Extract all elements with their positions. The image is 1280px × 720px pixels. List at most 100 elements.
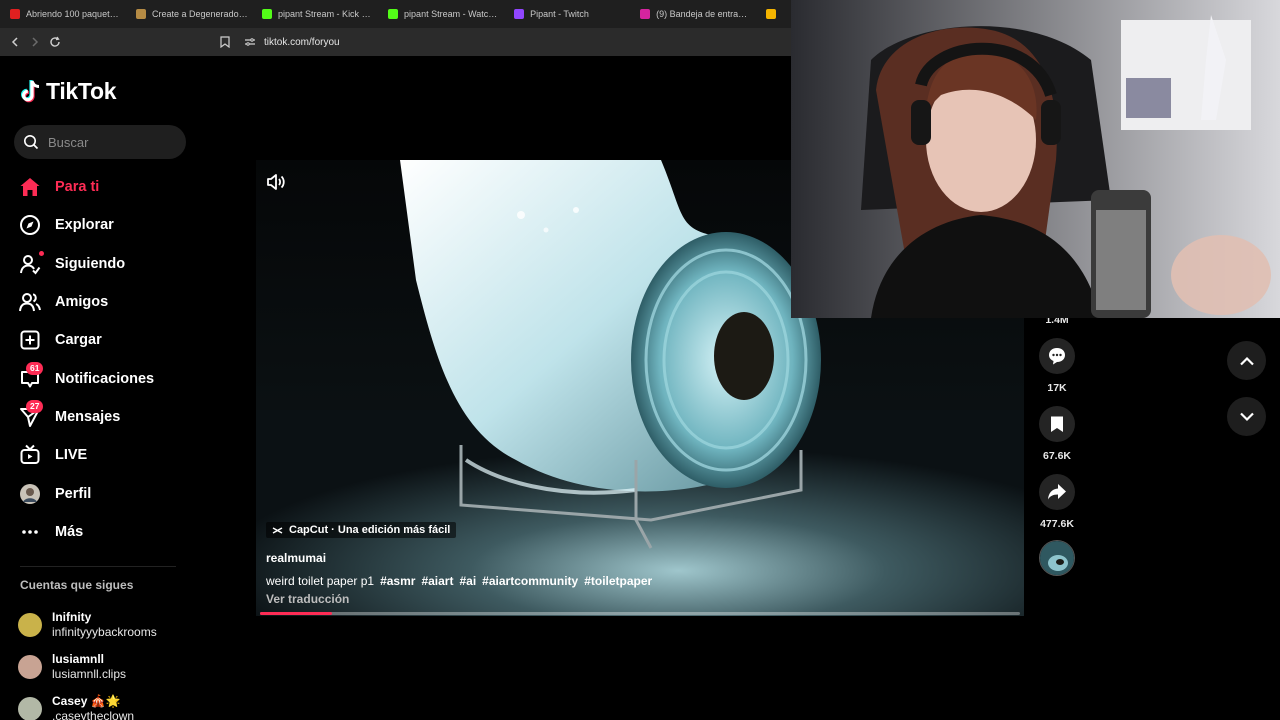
capcut-icon — [272, 526, 283, 534]
video-caption: CapCut · Una edición más fácil realmumai… — [266, 522, 1006, 606]
url-field[interactable]: tiktok.com/foryou — [220, 31, 780, 53]
reload-icon[interactable] — [45, 32, 65, 52]
previous-video-button[interactable] — [1227, 341, 1266, 380]
tab-title: pipant Stream - Kick Dash — [278, 9, 375, 19]
sidebar-item-siguiendo[interactable]: Siguiendo — [18, 245, 218, 283]
hashtag-link[interactable]: #ai — [459, 574, 476, 588]
video-author[interactable]: realmumai — [266, 551, 1006, 565]
avatar — [18, 613, 42, 637]
tab-title: pipant Stream - Watch Liv — [404, 9, 501, 19]
upload-icon — [18, 328, 42, 352]
browser-tab[interactable]: 3 — [762, 0, 792, 28]
send-icon: 27 — [18, 399, 44, 429]
tab-title: Abriendo 100 paquetes So — [26, 9, 123, 19]
live-tv-icon — [18, 443, 42, 467]
browser-address-bar: tiktok.com/foryou — [0, 28, 792, 56]
profile-avatar-icon — [18, 482, 42, 506]
tab-title: (9) Bandeja de entrada • C — [656, 9, 752, 19]
forward-icon[interactable] — [25, 32, 45, 52]
sidebar-item-perfil[interactable]: Perfil — [18, 474, 218, 512]
friends-icon — [18, 290, 42, 314]
hashtag-link[interactable]: #asmr — [380, 574, 415, 588]
browser-tab[interactable]: pipant Stream - Watch Liv — [384, 0, 510, 28]
account-handle: infinityyybackrooms — [52, 625, 157, 639]
sidebar-item-label: Notificaciones — [55, 370, 155, 387]
notification-badge: 27 — [26, 399, 44, 413]
account-name: Inifnity — [52, 610, 92, 624]
sidebar-item-live[interactable]: LIVE — [18, 436, 218, 474]
bookmark-fill-icon — [1051, 416, 1063, 432]
next-video-button[interactable] — [1227, 397, 1266, 436]
search-box[interactable] — [14, 125, 186, 159]
followed-account[interactable]: lusiamnll lusiamnll.clips — [18, 646, 157, 688]
tiktok-note-icon — [21, 80, 40, 103]
inbox-icon: 61 — [18, 361, 44, 391]
chevron-up-icon — [1239, 356, 1254, 365]
sidebar-item-mensajes[interactable]: 27 Mensajes — [18, 398, 218, 436]
browser-tab[interactable]: (9) Bandeja de entrada • C — [636, 0, 762, 28]
following-icon — [18, 250, 44, 276]
sidebar-item-para-ti[interactable]: Para ti — [18, 168, 218, 206]
back-icon[interactable] — [5, 32, 25, 52]
browser-tab[interactable]: Abriendo 100 paquetes So — [6, 0, 132, 28]
account-text: lusiamnll lusiamnll.clips — [52, 652, 126, 682]
video-progress-bar[interactable] — [260, 612, 1020, 615]
following-accounts-title: Cuentas que sigues — [20, 578, 134, 592]
video-progress-fill — [260, 612, 333, 615]
sidebar-item-label: Perfil — [55, 485, 92, 502]
sidebar-item-amigos[interactable]: Amigos — [18, 283, 218, 321]
browser-tab[interactable]: Create a Degenerados 3 T — [132, 0, 258, 28]
bookmark-icon[interactable] — [220, 36, 230, 48]
avatar — [18, 655, 42, 679]
followed-account[interactable]: Casey 🎪🌟 .caseytheclown — [18, 688, 157, 720]
tiktok-logo[interactable]: TikTok — [20, 78, 117, 105]
sidebar-nav: Para ti Explorar Siguiendo Amigos Cargar 61 No… — [18, 168, 218, 551]
sidebar-item-label: Explorar — [55, 217, 114, 234]
new-content-dot — [39, 250, 44, 256]
divider — [20, 566, 176, 567]
sidebar-item-label: LIVE — [55, 447, 88, 464]
sidebar-item-notificaciones[interactable]: 61 Notificaciones — [18, 359, 218, 397]
tab-favicon-icon — [514, 9, 525, 19]
share-count: 477.6K — [1040, 518, 1074, 530]
following-accounts-list: Inifnity infinityyybackrooms lusiamnll lusi… — [18, 604, 157, 720]
sidebar-item-label: Cargar — [55, 332, 102, 349]
description-text: weird toilet paper p1 — [266, 573, 375, 588]
browser-tab[interactable]: pipant Stream - Kick Dash — [258, 0, 384, 28]
sidebar-item-explorar[interactable]: Explorar — [18, 206, 218, 244]
sidebar-item-cargar[interactable]: Cargar — [18, 321, 218, 359]
music-disc-thumbnail — [1040, 541, 1074, 575]
capcut-anchor[interactable]: CapCut · Una edición más fácil — [266, 522, 457, 538]
sidebar-item-label: Para ti — [55, 179, 100, 196]
sidebar-item-m-s[interactable]: Más — [18, 513, 218, 551]
hashtag-link[interactable]: #aiart — [421, 574, 453, 588]
site-info-icon[interactable] — [244, 37, 256, 47]
tab-favicon-icon — [262, 9, 273, 19]
volume-icon[interactable] — [264, 170, 288, 194]
see-translation-link[interactable]: Ver traducción — [266, 592, 1006, 606]
account-handle: lusiamnll.clips — [52, 667, 127, 681]
comment-button[interactable] — [1039, 338, 1075, 374]
notification-badge: 61 — [26, 361, 44, 375]
sidebar-item-label: Amigos — [55, 294, 109, 311]
hashtag-link[interactable]: #aiartcommunity — [482, 574, 578, 588]
share-button[interactable] — [1039, 474, 1075, 510]
save-button[interactable] — [1039, 406, 1075, 442]
home-icon — [18, 175, 42, 199]
search-input[interactable] — [48, 134, 168, 150]
share-arrow-icon — [1048, 484, 1066, 500]
hashtag-link[interactable]: #toiletpaper — [584, 574, 652, 588]
avatar — [18, 697, 42, 720]
capcut-label: CapCut · Una edición más fácil — [289, 524, 451, 536]
streamer-webcam-overlay — [791, 0, 1280, 318]
tab-title: Pipant - Twitch — [530, 9, 589, 19]
sidebar-item-label: Mensajes — [55, 408, 121, 425]
more-icon — [18, 520, 42, 544]
video-description: weird toilet paper p1 #asmr #aiart #ai #aia… — [266, 574, 1006, 588]
followed-account[interactable]: Inifnity infinityyybackrooms — [18, 604, 157, 646]
sidebar-item-label: Más — [55, 523, 84, 540]
search-icon — [24, 135, 39, 150]
browser-tab[interactable]: Pipant - Twitch — [510, 0, 636, 28]
webcam-image — [791, 0, 1280, 318]
music-disc[interactable] — [1039, 540, 1075, 576]
